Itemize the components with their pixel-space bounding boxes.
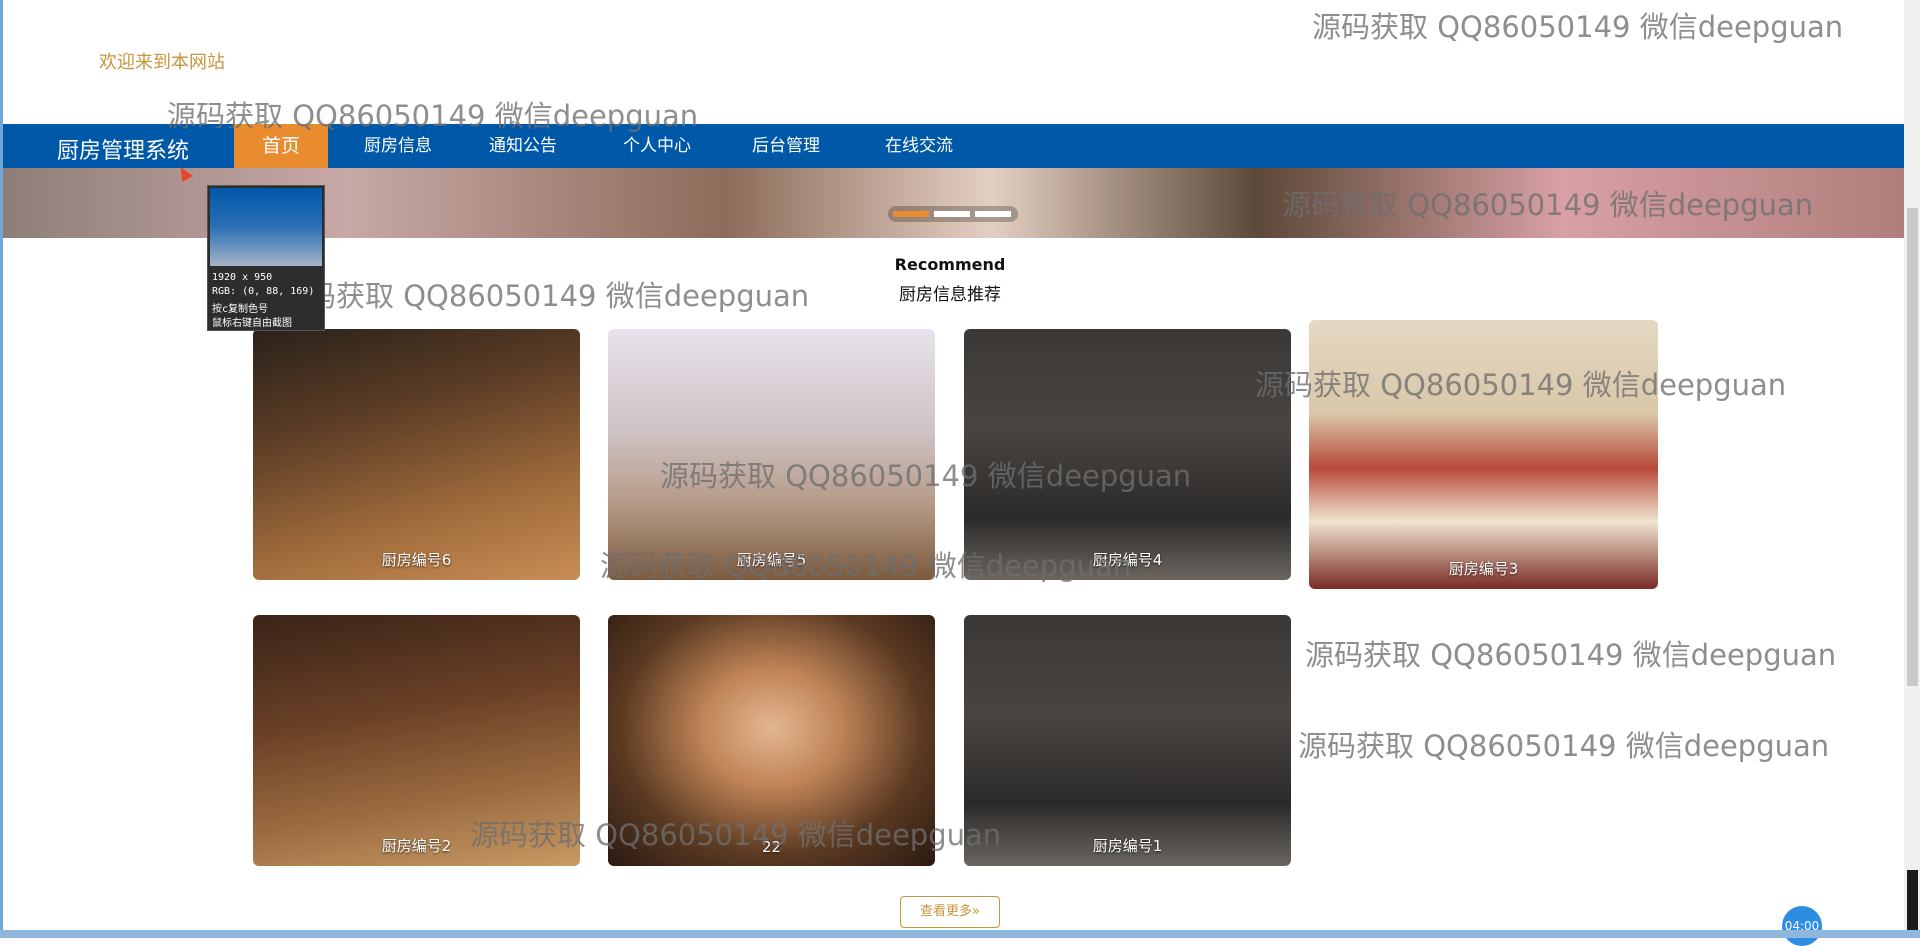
card-label: 厨房编号6	[381, 551, 452, 569]
nav-item-online-chat[interactable]: 在线交流	[869, 124, 969, 168]
watermark-text: 源码获取 QQ86050149 微信deepguan	[1312, 10, 1844, 44]
welcome-text: 欢迎来到本网站	[99, 52, 225, 73]
watermark-text: 源码获取 QQ86050149 微信deepguan	[1255, 368, 1787, 402]
screenshot-magnifier: 1920 x 950 RGB: (0, 88, 169) 按c复制色号 鼠标右键…	[207, 185, 325, 331]
vertical-scrollbar[interactable]	[1904, 0, 1920, 938]
magnifier-preview	[210, 188, 322, 266]
carousel-dot-2[interactable]	[934, 211, 970, 217]
kitchen-card-3[interactable]: 厨房编号3	[1309, 320, 1658, 589]
nav-item-admin[interactable]: 后台管理	[736, 124, 836, 168]
recording-timer-badge[interactable]: 04:00	[1782, 906, 1822, 946]
kitchen-card-1[interactable]: 厨房编号1	[964, 615, 1291, 866]
scrollbar-thumb[interactable]	[1907, 208, 1918, 686]
window-bottom-border	[0, 930, 1920, 938]
card-label: 厨房编号3	[1448, 560, 1519, 578]
carousel-dot-1[interactable]	[893, 211, 929, 217]
view-more-button[interactable]: 查看更多»	[900, 896, 1000, 928]
section-subtitle: 厨房信息推荐	[899, 285, 1001, 305]
screenshot-size: 1920 x 950	[212, 272, 273, 283]
section-title: Recommend	[894, 255, 1006, 274]
watermark-text: 源码获取 QQ86050149 微信deepguan	[1298, 729, 1830, 763]
kitchen-card-6[interactable]: 厨房编号6	[253, 329, 580, 580]
watermark-text: 源码获取 QQ86050149 微信deepguan	[470, 818, 1002, 852]
watermark-text: 源码获取 QQ86050149 微信deepguan	[1282, 188, 1814, 222]
screenshot-hint-copy: 按c复制色号	[212, 304, 269, 315]
screenshot-rgb: RGB: (0, 88, 169)	[212, 286, 315, 297]
watermark-text: 源码获取 QQ86050149 微信deepguan	[1305, 638, 1837, 672]
site-brand[interactable]: 厨房管理系统	[57, 133, 189, 165]
watermark-text: 源码获取 QQ86050149 微信deepguan	[660, 459, 1192, 493]
watermark-text: 源码获取 QQ86050149 微信deepguan	[167, 99, 699, 133]
scrollbar-bottom-handle[interactable]	[1907, 870, 1918, 930]
card-label: 厨房编号1	[1092, 837, 1163, 855]
watermark-text: 源码获取 QQ86050149 微信deepguan	[600, 549, 1132, 583]
watermark-text: 源码获取 QQ86050149 微信deepguan	[278, 279, 810, 313]
screenshot-hint-crop: 鼠标右键自由截图	[212, 318, 292, 329]
carousel-dot-3[interactable]	[975, 211, 1011, 217]
